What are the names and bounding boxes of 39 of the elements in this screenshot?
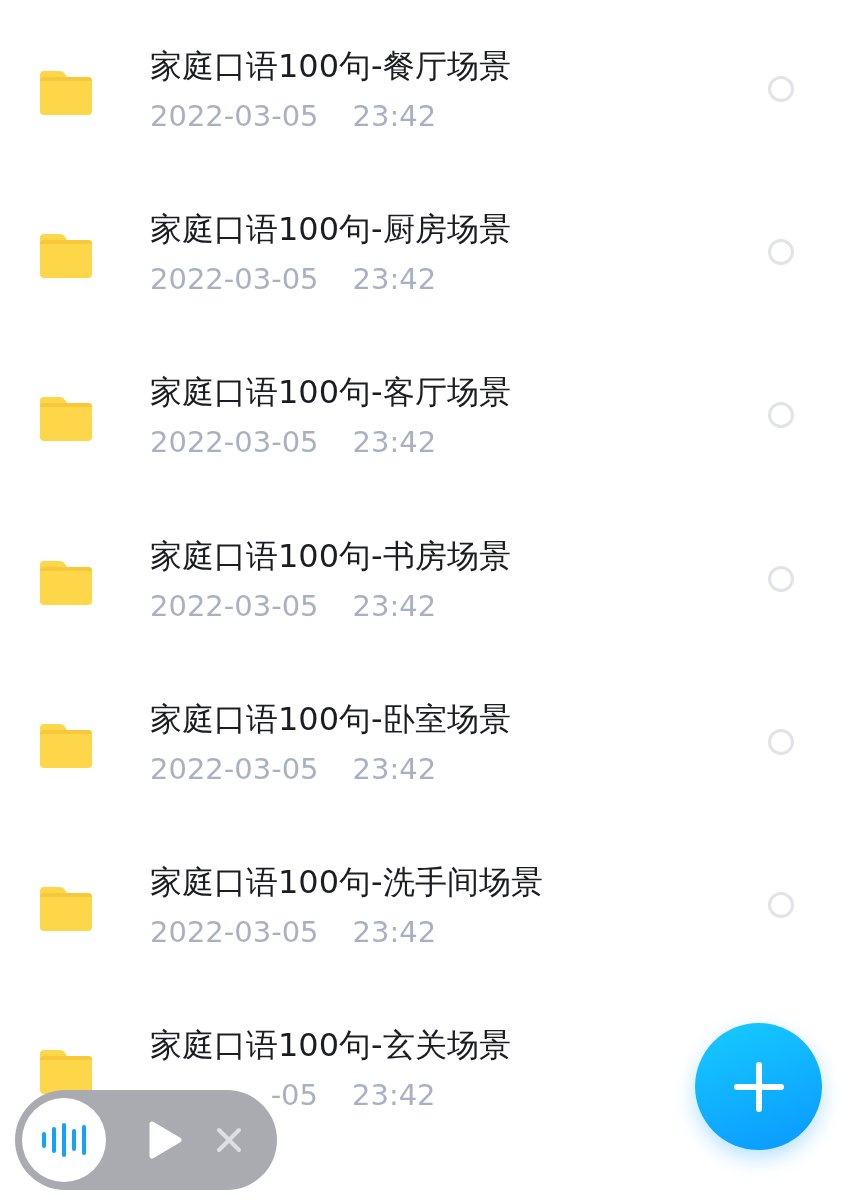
file-date: 2022-03-05 xyxy=(150,750,319,788)
folder-icon xyxy=(40,1050,92,1095)
file-time: 23:42 xyxy=(352,260,437,298)
add-button[interactable] xyxy=(695,1023,822,1150)
select-radio[interactable] xyxy=(768,75,794,102)
file-name: 家庭口语100句-书房场景 xyxy=(150,535,511,576)
file-date: 2022-03-05 xyxy=(150,424,319,462)
file-name: 家庭口语100句-洗手间场景 xyxy=(150,862,543,903)
close-icon[interactable] xyxy=(216,1127,242,1153)
select-radio[interactable] xyxy=(768,238,794,265)
play-icon[interactable] xyxy=(148,1121,182,1159)
file-name: 家庭口语100句-玄关场景 xyxy=(150,1025,511,1066)
file-date: 2022-03-05 xyxy=(150,914,319,952)
select-radio[interactable] xyxy=(768,565,794,592)
file-name: 家庭口语100句-餐厅场景 xyxy=(150,45,511,86)
file-date: 2022-03-05 xyxy=(150,97,319,135)
plus-icon xyxy=(733,1061,784,1112)
folder-icon xyxy=(40,723,92,768)
file-date: -05 xyxy=(269,1077,318,1115)
sound-wave-icon[interactable] xyxy=(41,1123,87,1157)
file-time: 23:42 xyxy=(352,750,437,788)
file-time: 23:42 xyxy=(352,97,437,135)
file-time: 23:42 xyxy=(352,914,437,952)
select-radio[interactable] xyxy=(768,402,794,429)
file-name: 家庭口语100句-厨房场景 xyxy=(150,208,511,249)
file-name: 家庭口语100句-客厅场景 xyxy=(150,372,511,413)
select-radio[interactable] xyxy=(768,728,794,755)
folder-icon xyxy=(40,397,92,442)
folder-icon xyxy=(40,887,92,932)
file-time: 23:42 xyxy=(352,587,437,625)
folder-icon xyxy=(40,233,92,278)
file-date: 2022-03-05 xyxy=(150,260,319,298)
folder-icon xyxy=(40,560,92,605)
folder-icon xyxy=(40,70,92,115)
file-date: 2022-03-05 xyxy=(150,587,319,625)
file-time: 23:42 xyxy=(352,1077,436,1115)
file-time: 23:42 xyxy=(352,424,437,462)
file-name: 家庭口语100句-卧室场景 xyxy=(150,698,511,739)
select-radio[interactable] xyxy=(768,892,794,919)
